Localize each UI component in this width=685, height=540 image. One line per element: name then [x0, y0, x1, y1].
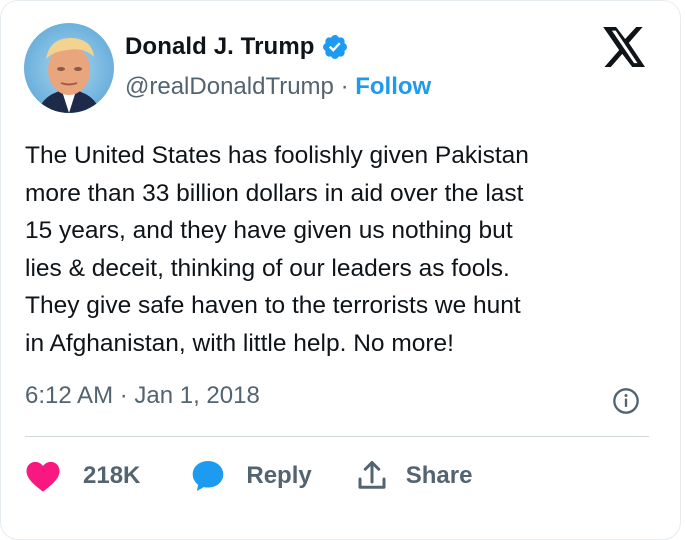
separator-dot: · — [340, 73, 349, 100]
share-button[interactable]: Share — [354, 458, 473, 494]
author-name[interactable]: Donald J. Trump — [125, 33, 315, 61]
verified-badge-icon — [322, 35, 347, 59]
share-upload-icon — [358, 461, 386, 489]
share-label: Share — [405, 462, 473, 489]
tweet-line: more than 33 billion dollars in aid over… — [25, 179, 524, 207]
tweet-actions: 218K Reply Share — [25, 456, 472, 496]
info-icon[interactable] — [612, 387, 640, 415]
like-button[interactable]: 218K — [25, 459, 140, 493]
author-handle[interactable]: @realDonaldTrump — [125, 73, 334, 100]
author-name-row: Donald J. Trump — [125, 33, 349, 61]
divider — [25, 436, 649, 437]
follow-button[interactable]: Follow — [355, 73, 431, 100]
tweet-line: lies & deceit, thinking of our leaders a… — [25, 254, 510, 282]
tweet-line: They give safe haven to the terrorists w… — [25, 292, 521, 319]
tweet-line: 15 years, and they have given us nothing… — [25, 217, 513, 244]
reply-button[interactable]: Reply — [190, 458, 312, 494]
avatar[interactable] — [24, 23, 114, 113]
tweet-line: in Afghanistan, with little help. No mor… — [25, 329, 454, 357]
tweet-line: The United States has foolishly given Pa… — [25, 142, 529, 169]
like-count: 218K — [83, 462, 141, 489]
x-logo-icon[interactable] — [603, 27, 647, 67]
reply-label: Reply — [246, 462, 312, 489]
tweet-timestamp[interactable]: 6:12 AM · Jan 1, 2018 — [25, 382, 260, 410]
avatar-photo — [24, 23, 114, 113]
author-handle-row: @realDonaldTrump · Follow — [125, 73, 431, 101]
tweet-text: The United States has foolishly given Pa… — [25, 137, 665, 362]
heart-icon — [26, 461, 60, 492]
speech-bubble-icon — [193, 461, 224, 491]
